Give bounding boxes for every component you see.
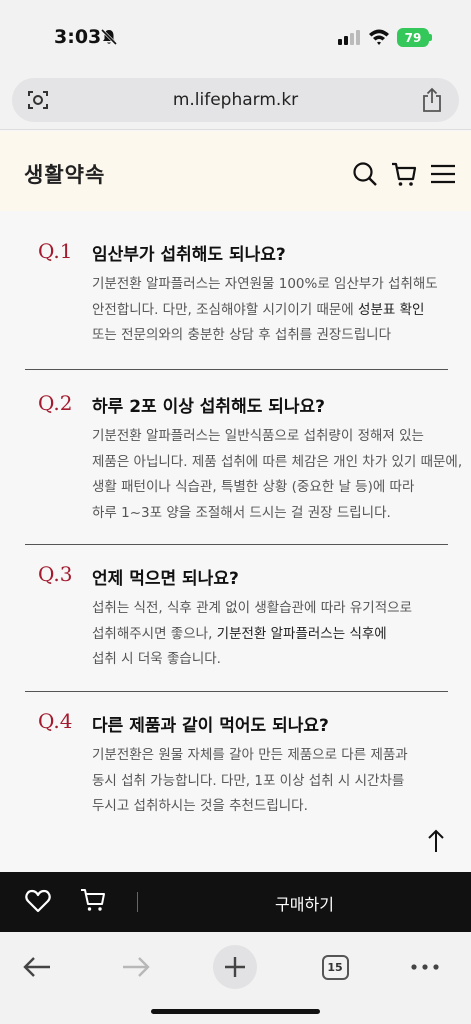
faq-answer-line: 두시고 섭취하시는 것을 추천드립니다. bbox=[92, 798, 308, 814]
faq-answer-line: 기분전환은 원물 자체를 갈아 만든 제품으로 다른 제품과 bbox=[92, 747, 408, 763]
heart-icon[interactable] bbox=[25, 889, 51, 913]
faq-answer-line: 생활 패턴이나 식습관, 특별한 상황 (중요한 날 등)에 따라 bbox=[92, 479, 415, 495]
cellular-signal-icon bbox=[338, 30, 360, 45]
search-icon[interactable] bbox=[352, 161, 378, 187]
forward-button[interactable] bbox=[111, 942, 161, 992]
faq-item: Q.2 하루 2포 이상 섭취해도 되나요? 기분전환 알파플러스는 일반식품으… bbox=[25, 370, 463, 545]
faq-number: Q.4 bbox=[38, 709, 73, 733]
faq-answer-line: 동시 섭취 가능합니다. 다만, 1포 이상 섭취 시 시간차를 bbox=[92, 772, 405, 789]
faq-answer-line: 섭취해주시면 좋으나, 기분전환 알파플러스는 식후에 bbox=[92, 622, 448, 648]
share-icon[interactable] bbox=[421, 87, 443, 113]
faq-answer-line: 안전합니다. 다만, 조심해야할 시기이기 때문에 성분표 확인 bbox=[92, 298, 448, 324]
faq-item: Q.3 언제 먹으면 되나요? 섭취는 식전, 식후 관계 없이 생활습관에 따… bbox=[25, 545, 448, 692]
faq-question: 하루 2포 이상 섭취해도 되나요? bbox=[92, 397, 326, 417]
faq-answer-line: 하루 1~3포 양을 조절해서 드시는 걸 권장 드립니다. bbox=[92, 504, 391, 521]
faq-answer-text: 섭취해주시면 좋으나, bbox=[92, 625, 217, 642]
scroll-to-top-icon[interactable] bbox=[426, 828, 446, 854]
tab-count: 15 bbox=[321, 954, 349, 980]
more-icon bbox=[411, 964, 439, 970]
more-options-button[interactable] bbox=[400, 942, 450, 992]
faq-item: Q.1 임산부가 섭취해도 되나요? 기분전환 알파플러스는 자연원물 100%… bbox=[25, 211, 448, 370]
faq-answer-line: 섭취는 식전, 식후 관계 없이 생활습관에 따라 유기적으로 bbox=[92, 600, 412, 616]
url-text: m.lifepharm.kr bbox=[172, 90, 299, 110]
faq-number: Q.1 bbox=[38, 239, 73, 263]
faq-answer: 기분전환 알파플러스는 일반식품으로 섭취량이 정해져 있는 제품은 아닙니다.… bbox=[92, 424, 463, 526]
site-header: 생활약속 bbox=[0, 131, 471, 211]
browser-toolbar: 15 bbox=[0, 932, 471, 1024]
faq-item: Q.4 다른 제품과 같이 먹어도 되나요? 기분전환은 원물 자체를 갈아 만… bbox=[25, 692, 448, 842]
faq-answer-line: 섭취 시 더욱 좋습니다. bbox=[92, 651, 221, 667]
faq-answer: 섭취는 식전, 식후 관계 없이 생활습관에 따라 유기적으로 섭취해주시면 좋… bbox=[92, 596, 448, 673]
back-button[interactable] bbox=[12, 942, 62, 992]
faq-answer-emphasis: 성분표 확인 bbox=[358, 301, 425, 318]
tabs-button[interactable]: 15 bbox=[310, 942, 360, 992]
purchase-bar: 구매하기 bbox=[0, 872, 471, 932]
battery-cap bbox=[429, 34, 432, 41]
faq-answer-line: 기분전환 알파플러스는 일반식품으로 섭취량이 정해져 있는 bbox=[92, 428, 424, 444]
faq-question: 임산부가 섭취해도 되나요? bbox=[92, 245, 286, 265]
cart-icon[interactable] bbox=[391, 161, 417, 187]
faq-section: Q.1 임산부가 섭취해도 되나요? 기분전환 알파플러스는 자연원물 100%… bbox=[0, 211, 471, 872]
faq-answer-line: 제품은 아닙니다. 제품 섭취에 따른 체감은 개인 차가 있기 때문에, bbox=[92, 453, 463, 470]
faq-answer: 기분전환 알파플러스는 자연원물 100%로 임산부가 섭취해도 안전합니다. … bbox=[92, 272, 448, 349]
faq-question: 다른 제품과 같이 먹어도 되나요? bbox=[92, 716, 329, 736]
faq-answer-line: 또는 전문의와의 충분한 상담 후 섭취를 권장드립니다 bbox=[92, 327, 391, 343]
faq-question: 언제 먹으면 되나요? bbox=[92, 569, 239, 589]
cart-icon[interactable] bbox=[80, 887, 106, 913]
faq-answer: 기분전환은 원물 자체를 갈아 만든 제품으로 다른 제품과 동시 섭취 가능합… bbox=[92, 743, 448, 820]
wifi-icon bbox=[369, 29, 389, 45]
status-bar: 3:03 79 bbox=[0, 0, 471, 72]
faq-number: Q.2 bbox=[38, 391, 73, 415]
address-bar[interactable]: m.lifepharm.kr bbox=[12, 78, 459, 122]
arrow-left-icon bbox=[23, 957, 50, 977]
faq-answer-text: 안전합니다. 다만, 조심해야할 시기이기 때문에 bbox=[92, 301, 359, 318]
new-tab-button[interactable] bbox=[210, 942, 260, 992]
battery-indicator: 79 bbox=[397, 28, 429, 47]
menu-icon[interactable] bbox=[430, 161, 456, 187]
buy-button[interactable]: 구매하기 bbox=[138, 891, 471, 915]
arrow-right-icon bbox=[123, 957, 150, 977]
screen: 3:03 79 m.lifepharm.kr 생활약속 Q.1 임산부가 섭취해… bbox=[0, 0, 471, 1024]
faq-number: Q.3 bbox=[38, 562, 73, 586]
faq-answer-emphasis: 기분전환 알파플러스는 식후에 bbox=[216, 625, 387, 642]
faq-answer-line: 기분전환 알파플러스는 자연원물 100%로 임산부가 섭취해도 bbox=[92, 276, 438, 292]
site-logo[interactable]: 생활약속 bbox=[24, 159, 105, 189]
home-indicator bbox=[151, 1009, 320, 1014]
bell-off-icon bbox=[100, 28, 118, 46]
plus-icon bbox=[213, 945, 257, 989]
status-time: 3:03 bbox=[54, 26, 102, 48]
address-bar-area: m.lifepharm.kr bbox=[0, 72, 471, 130]
